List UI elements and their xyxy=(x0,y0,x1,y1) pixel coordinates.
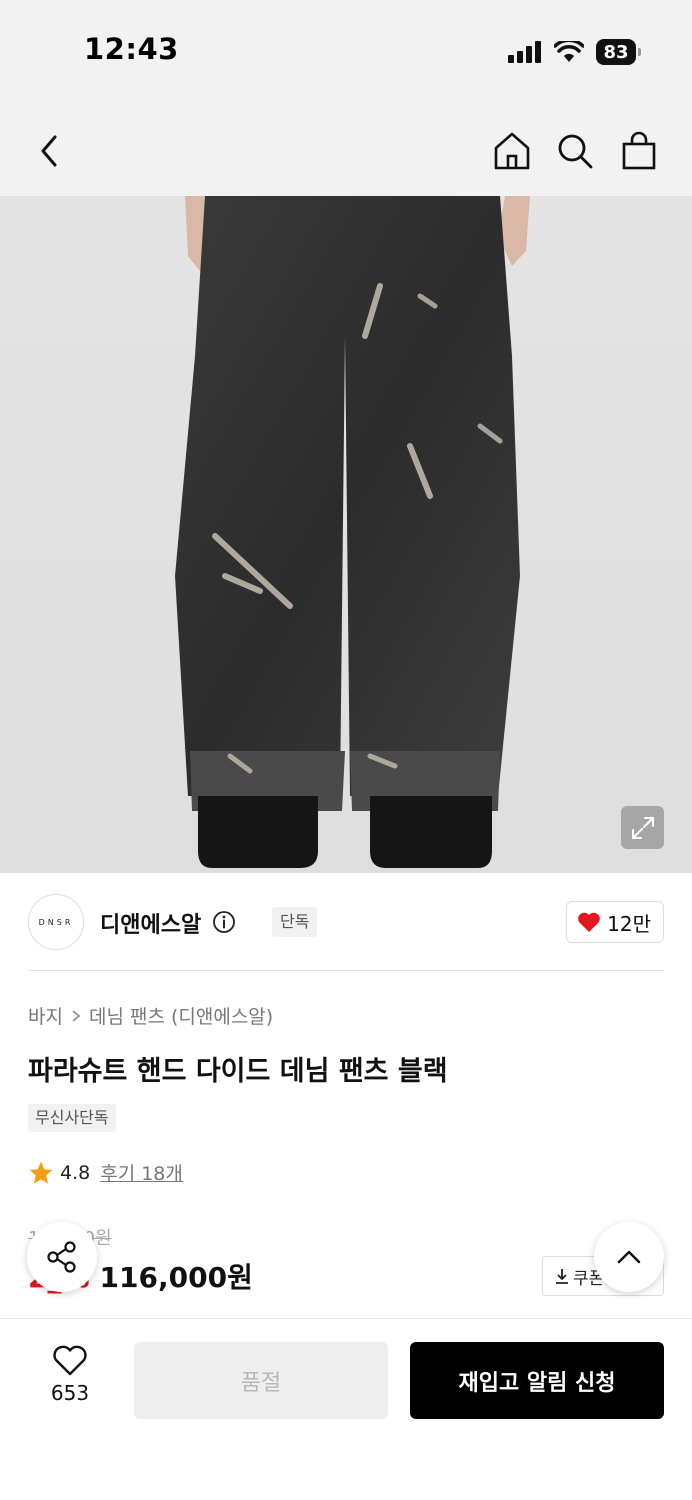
share-icon xyxy=(47,1241,76,1273)
wishlist-count: 653 xyxy=(50,1381,90,1405)
battery-icon: 83 xyxy=(596,39,641,65)
heart-icon xyxy=(53,1345,87,1376)
search-button[interactable] xyxy=(550,126,600,176)
chevron-left-icon xyxy=(41,135,57,167)
home-button[interactable] xyxy=(487,126,537,176)
back-button[interactable] xyxy=(24,126,74,176)
download-icon xyxy=(556,1269,568,1284)
product-title: 파라슈트 핸드 다이드 데님 팬츠 블랙 xyxy=(28,1056,448,1087)
shopping-bag-icon xyxy=(622,131,656,170)
expand-image-button[interactable] xyxy=(621,806,664,849)
review-link[interactable]: 후기 18개 xyxy=(100,1159,183,1186)
home-icon xyxy=(494,132,530,170)
brand-name[interactable]: 디앤에스알 xyxy=(100,907,201,939)
cart-button[interactable] xyxy=(614,126,664,176)
breadcrumb: 바지 데님 팬츠 (디앤에스알) xyxy=(28,1002,273,1029)
sale-price: 116,000원 xyxy=(99,1261,253,1294)
top-nav xyxy=(0,104,692,196)
share-button[interactable] xyxy=(27,1222,97,1292)
restock-alert-button[interactable]: 재입고 알림 신청 xyxy=(410,1342,664,1419)
brand-row: DNSR 디앤에스알 단독 12만 xyxy=(28,894,664,950)
bottom-action-bar: 653 품절 재입고 알림 신청 xyxy=(0,1318,692,1500)
status-bar: 12:43 83 xyxy=(0,0,692,104)
breadcrumb-category[interactable]: 바지 xyxy=(28,1002,63,1029)
product-photo xyxy=(175,196,530,868)
exclusive-badge: 단독 xyxy=(272,907,318,937)
rating-value: 4.8 xyxy=(60,1161,91,1184)
search-icon xyxy=(558,134,593,169)
divider xyxy=(28,970,664,971)
chevron-right-icon xyxy=(72,1009,81,1022)
brand-logo[interactable]: DNSR xyxy=(28,894,84,950)
brand-like-button[interactable]: 12만 xyxy=(566,901,664,943)
expand-icon xyxy=(631,816,654,839)
soldout-button[interactable]: 품절 xyxy=(134,1342,388,1419)
status-time: 12:43 xyxy=(84,32,179,66)
exclusive-tag: 무신사단독 xyxy=(28,1104,116,1132)
product-image[interactable] xyxy=(0,196,692,873)
rating-row: 4.8 후기 18개 xyxy=(28,1159,183,1186)
signal-icon xyxy=(508,41,541,63)
scroll-top-button[interactable] xyxy=(594,1222,664,1292)
brand-like-count: 12만 xyxy=(607,911,651,936)
star-icon xyxy=(29,1161,53,1184)
status-icons: 83 xyxy=(508,36,641,68)
wishlist-button[interactable]: 653 xyxy=(36,1345,104,1405)
breadcrumb-subcategory[interactable]: 데님 팬츠 (디앤에스알) xyxy=(89,1002,273,1029)
wifi-icon xyxy=(554,41,584,62)
chevron-up-icon xyxy=(617,1250,641,1264)
heart-filled-icon xyxy=(578,912,600,932)
info-icon[interactable] xyxy=(212,910,236,934)
